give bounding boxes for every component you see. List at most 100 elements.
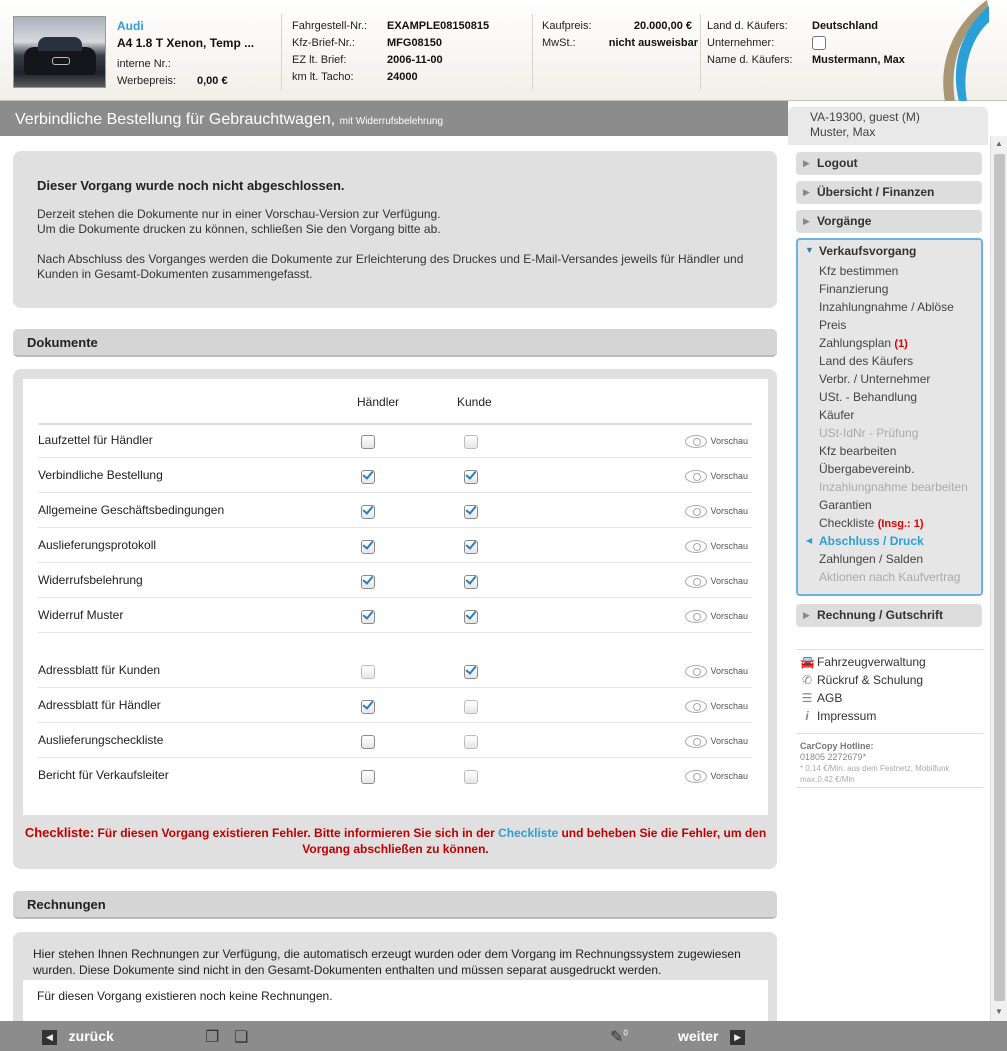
document-row: Laufzettel für Händler Vorschau bbox=[38, 423, 752, 458]
nav-processes[interactable]: ▶ Vorgänge bbox=[796, 210, 982, 233]
sales-item[interactable]: Kfz bestimmen bbox=[819, 264, 898, 278]
customer-checkbox[interactable] bbox=[464, 538, 478, 554]
document-row: Bericht für Verkaufsleiter Vorschau bbox=[38, 758, 752, 793]
nav-invoice[interactable]: ▶ Rechnung / Gutschrift bbox=[796, 604, 982, 627]
document-row: Auslieferungscheckliste Vorschau bbox=[38, 723, 752, 758]
dealer-checkbox[interactable] bbox=[361, 770, 375, 784]
note-count: 0 bbox=[623, 1028, 628, 1038]
dealer-checkbox[interactable] bbox=[361, 468, 375, 484]
sales-item[interactable]: USt. - Behandlung bbox=[819, 390, 917, 404]
vehicle-data: Fahrgestell-Nr.: EXAMPLE08150815 Kfz-Brie… bbox=[292, 18, 489, 86]
documents-heading: Dokumente bbox=[13, 329, 777, 357]
eye-icon bbox=[685, 770, 708, 784]
vertical-scrollbar[interactable]: ▲ ▼ bbox=[990, 136, 1007, 1021]
sales-item[interactable]: Kfz bearbeiten bbox=[819, 444, 896, 458]
doc-label: Kfz-Brief-Nr.: bbox=[292, 37, 355, 49]
km-label: km lt. Tacho: bbox=[292, 71, 354, 83]
sales-item[interactable]: Inzahlungnahme / Ablöse bbox=[819, 300, 954, 314]
preview-button[interactable]: Vorschau bbox=[685, 698, 748, 714]
preview-button[interactable]: Vorschau bbox=[685, 503, 748, 519]
sales-item[interactable]: Übergabevereinb. bbox=[819, 462, 914, 476]
dealer-checkbox[interactable] bbox=[361, 608, 375, 624]
doc-value: MFG08150 bbox=[387, 37, 443, 49]
preview-button[interactable]: Vorschau bbox=[685, 768, 748, 784]
document-name: Adressblatt für Kunden bbox=[38, 663, 161, 677]
notice-text-summary: Nach Abschluss des Vorganges werden die … bbox=[37, 252, 744, 281]
link-recall-training[interactable]: ✆ Rückruf & Schulung bbox=[800, 671, 923, 689]
dealer-checkbox[interactable] bbox=[361, 573, 375, 589]
scroll-up-icon[interactable]: ▲ bbox=[994, 139, 1004, 149]
sales-item[interactable]: Preis bbox=[819, 318, 846, 332]
multi-documents-icon[interactable]: ❏ bbox=[234, 1027, 254, 1046]
link-imprint[interactable]: i Impressum bbox=[800, 707, 876, 725]
customer-checkbox[interactable] bbox=[464, 770, 478, 784]
copy-documents-icon[interactable]: ❐ bbox=[205, 1027, 225, 1046]
sales-item[interactable]: Garantien bbox=[819, 498, 872, 512]
preview-button[interactable]: Vorschau bbox=[685, 733, 748, 749]
invoices-panel: Hier stehen Ihnen Rechnungen zur Verfügu… bbox=[13, 932, 777, 1021]
dealer-checkbox[interactable] bbox=[361, 538, 375, 554]
customer-checkbox[interactable] bbox=[464, 468, 478, 484]
customer-checkbox[interactable] bbox=[464, 503, 478, 519]
vehicle-thumbnail[interactable] bbox=[13, 16, 106, 88]
price-info: Kaufpreis: 20.000,00 € MwSt.: nicht auswei… bbox=[542, 18, 698, 52]
preview-button[interactable]: Vorschau bbox=[685, 573, 748, 589]
page-title-bar: Verbindliche Bestellung für Gebrauchtwag… bbox=[0, 101, 788, 136]
company-checkbox[interactable] bbox=[812, 36, 826, 51]
eye-icon bbox=[685, 540, 708, 554]
footer-bar: ◀ zurück ❐ ❏ ✎0 weiter ▶ bbox=[0, 1021, 1007, 1051]
customer-checkbox[interactable] bbox=[464, 700, 478, 714]
dealer-checkbox[interactable] bbox=[361, 665, 375, 679]
invoices-heading: Rechnungen bbox=[13, 891, 777, 919]
documents-panel: Händler Kunde Laufzettel für Händler Vors… bbox=[13, 369, 777, 869]
vin-label: Fahrgestell-Nr.: bbox=[292, 20, 368, 32]
sales-item[interactable]: Zahlungsplan (1) bbox=[819, 336, 908, 350]
sales-item[interactable]: Finanzierung bbox=[819, 282, 888, 296]
preview-button[interactable]: Vorschau bbox=[685, 468, 748, 484]
dealer-checkbox[interactable] bbox=[361, 698, 375, 714]
country-label: Land d. Käufers: bbox=[707, 20, 788, 32]
preview-button[interactable]: Vorschau bbox=[685, 433, 748, 449]
vehicle-brand[interactable]: Audi bbox=[117, 19, 144, 33]
sales-item[interactable]: ◀ Abschluss / Druck bbox=[806, 534, 924, 548]
nav-overview[interactable]: ▶ Übersicht / Finanzen bbox=[796, 181, 982, 204]
note-edit-icon[interactable]: ✎0 bbox=[610, 1027, 630, 1046]
sales-item[interactable]: Käufer bbox=[819, 408, 854, 422]
customer-checkbox[interactable] bbox=[464, 608, 478, 624]
customer-checkbox[interactable] bbox=[464, 663, 478, 679]
customer-checkbox[interactable] bbox=[464, 435, 478, 449]
vehicle-model: A4 1.8 T Xenon, Temp ... bbox=[117, 36, 255, 50]
document-row: Adressblatt für Händler Vorschau bbox=[38, 688, 752, 723]
company-label: Unternehmer: bbox=[707, 37, 775, 49]
sales-item[interactable]: Checkliste (Insg.: 1) bbox=[819, 516, 924, 530]
eye-icon bbox=[685, 610, 708, 624]
preview-button[interactable]: Vorschau bbox=[685, 538, 748, 554]
dealer-checkbox[interactable] bbox=[361, 735, 375, 749]
dealer-checkbox[interactable] bbox=[361, 503, 375, 519]
list-icon: ☰ bbox=[801, 691, 813, 705]
triangle-down-icon: ▼ bbox=[805, 245, 814, 255]
back-button[interactable]: ◀ zurück bbox=[42, 1028, 114, 1045]
sales-item[interactable]: Zahlungen / Salden bbox=[819, 552, 923, 566]
buyer-label: Name d. Käufers: bbox=[707, 54, 793, 66]
preview-button[interactable]: Vorschau bbox=[685, 608, 748, 624]
checklist-link[interactable]: Checkliste bbox=[498, 826, 558, 840]
hotline-info: CarCopy Hotline: 01805 2272679* * 0,14 €… bbox=[800, 741, 950, 784]
nav-logout[interactable]: ▶ Logout bbox=[796, 152, 982, 175]
main-content[interactable]: Dieser Vorgang wurde noch nicht abgeschl… bbox=[0, 136, 788, 1021]
sales-item[interactable]: Land des Käufers bbox=[819, 354, 913, 368]
customer-checkbox[interactable] bbox=[464, 735, 478, 749]
dealer-checkbox[interactable] bbox=[361, 435, 375, 449]
link-vehicle-management[interactable]: 🚘 Fahrzeugverwaltung bbox=[800, 653, 926, 671]
scroll-thumb[interactable] bbox=[994, 154, 1005, 1001]
sales-item[interactable]: Verbr. / Unternehmer bbox=[819, 372, 930, 386]
sales-process-heading[interactable]: ▼ Verkaufsvorgang bbox=[805, 244, 916, 258]
customer-checkbox[interactable] bbox=[464, 573, 478, 589]
link-terms[interactable]: ☰ AGB bbox=[800, 689, 843, 707]
buyer-value: Mustermann, Max bbox=[812, 54, 905, 66]
user-info: VA-19300, guest (M) Muster, Max bbox=[788, 107, 988, 145]
preview-button[interactable]: Vorschau bbox=[685, 663, 748, 679]
vehicle-info: Audi A4 1.8 T Xenon, Temp ... interne Nr… bbox=[117, 18, 254, 90]
scroll-down-icon[interactable]: ▼ bbox=[994, 1007, 1004, 1017]
next-button[interactable]: weiter ▶ bbox=[678, 1028, 746, 1045]
